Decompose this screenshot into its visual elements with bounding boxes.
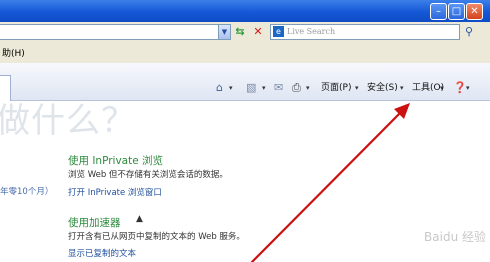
command-bar: ⌂ ▾ ▧ ▾ ✉ ⎙ ▾ 页面(P) ▾ 安全(S) ▾ 工具(O) ▾ ❓ … (0, 63, 490, 101)
accelerators-title: 使用加速器 (68, 217, 121, 229)
open-inprivate-link[interactable]: 打开 InPrivate 浏览窗口 (68, 186, 162, 198)
close-button[interactable]: ✕ (466, 3, 483, 20)
maximize-button[interactable]: □ (448, 3, 465, 20)
address-toolbar: ▼ ⇆ ✕ e Live Search ⚲ (0, 22, 490, 41)
left-side-fragment: 年零10个月） (0, 187, 54, 197)
search-icon[interactable]: ⚲ (461, 24, 477, 39)
menu-help[interactable]: 助(H) (2, 46, 25, 59)
home-icon[interactable]: ⌂ (216, 81, 223, 95)
tools-dropdown-icon: ▾ (440, 84, 444, 92)
inprivate-title: 使用 InPrivate 浏览 (68, 155, 164, 167)
page-menu[interactable]: 页面(P) (321, 82, 351, 94)
menu-bar: 助(H) (0, 41, 490, 64)
print-icon[interactable]: ⎙ (292, 81, 301, 95)
watermark-logo: Baidu 经验 (424, 230, 486, 244)
live-search-logo-icon: e (273, 26, 284, 37)
window-titlebar: – □ ✕ (0, 0, 490, 22)
live-search-placeholder: Live Search (287, 27, 336, 36)
show-copied-text-link[interactable]: 显示已复制的文本 (68, 247, 136, 259)
accelerators-description: 打开含有已从网页中复制的文本的 Web 服务。 (68, 232, 245, 242)
home-dropdown-icon[interactable]: ▾ (229, 81, 233, 95)
collapse-arrow-icon[interactable]: ▲ (136, 214, 143, 224)
minimize-button[interactable]: – (430, 3, 447, 20)
browser-tab[interactable] (0, 75, 11, 101)
address-input[interactable] (0, 24, 223, 40)
address-dropdown-button[interactable]: ▼ (218, 24, 231, 40)
help-dropdown-icon[interactable]: ▾ (466, 81, 470, 95)
inprivate-description: 浏览 Web 但不存储有关浏览会话的数据。 (68, 170, 228, 180)
safety-menu[interactable]: 安全(S) (367, 82, 398, 94)
help-icon[interactable]: ❓ (453, 81, 467, 95)
page-dropdown-icon: ▾ (355, 84, 359, 92)
background-heading: 做什么？ (0, 101, 136, 141)
mail-icon[interactable]: ✉ (274, 81, 283, 95)
stop-icon[interactable]: ✕ (251, 25, 265, 38)
safety-dropdown-icon: ▾ (400, 84, 404, 92)
feeds-icon[interactable]: ▧ (246, 81, 256, 95)
live-search-input[interactable]: e Live Search (270, 24, 460, 40)
refresh-icon[interactable]: ⇆ (233, 25, 247, 38)
feeds-dropdown-icon[interactable]: ▾ (262, 81, 266, 95)
print-dropdown-icon[interactable]: ▾ (306, 81, 310, 95)
